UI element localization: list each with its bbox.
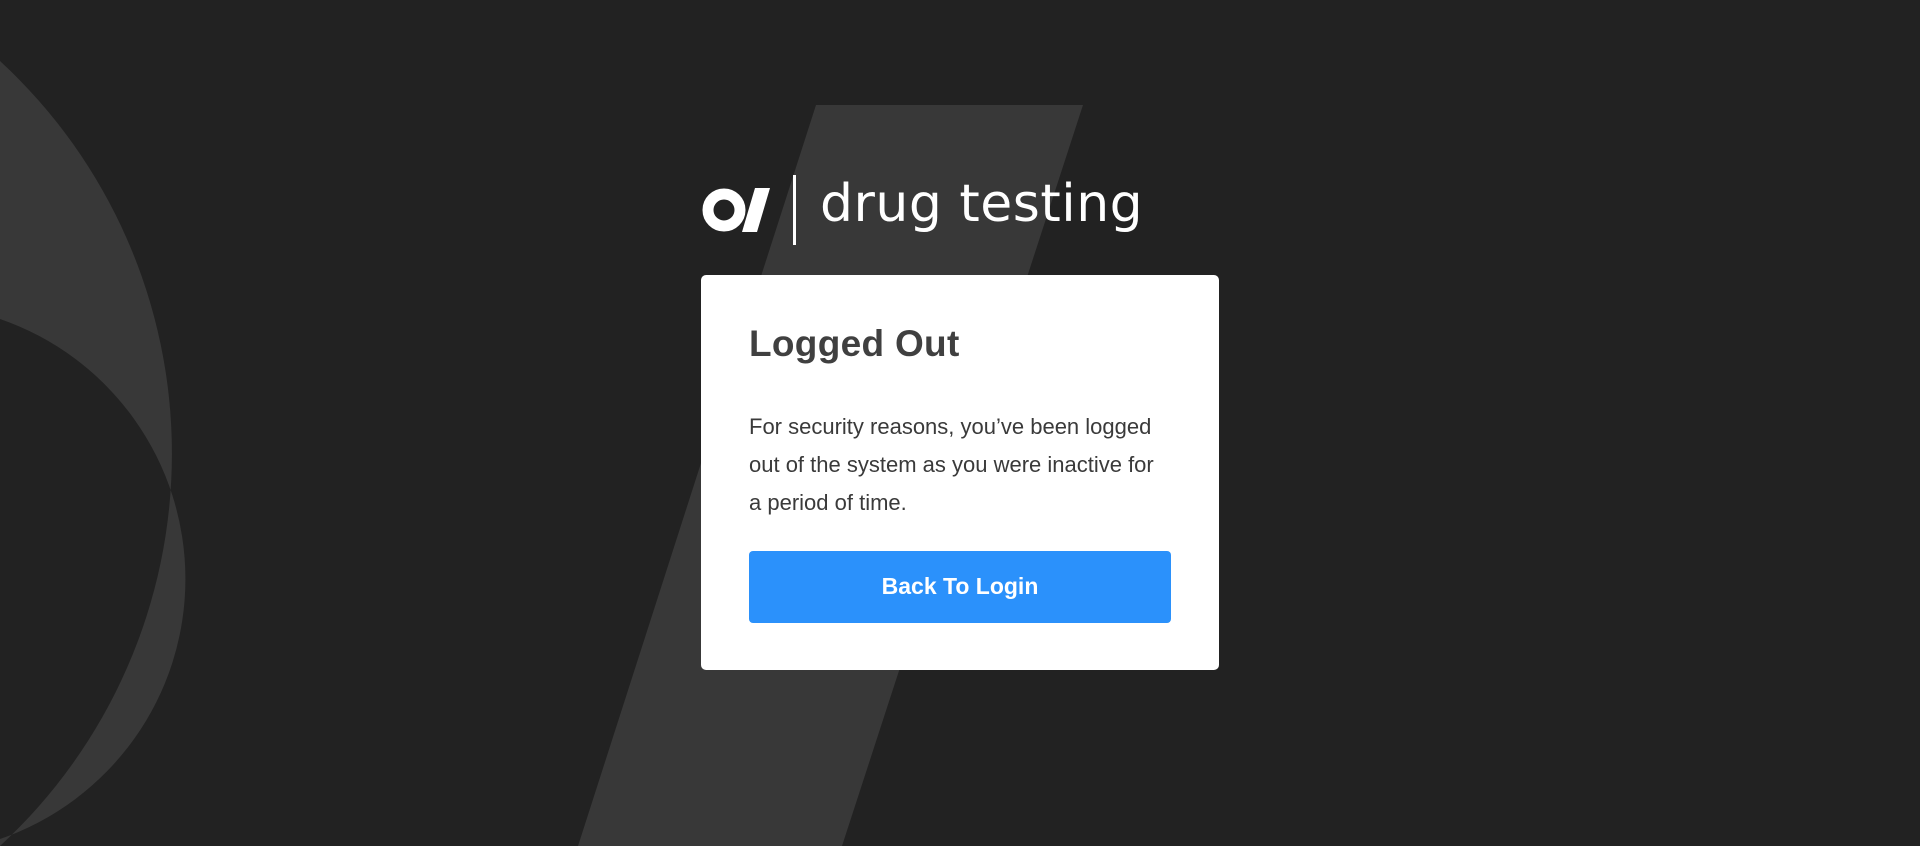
back-to-login-button[interactable]: Back To Login	[749, 550, 1171, 623]
logged-out-card: Logged Out For security reasons, you’ve …	[701, 275, 1219, 670]
product-name: drug testing	[820, 174, 1144, 234]
brand-divider	[793, 175, 796, 245]
background-o-shape	[0, 61, 186, 846]
logout-page: drug testing Logged Out For security rea…	[0, 0, 1920, 846]
card-title: Logged Out	[749, 323, 960, 364]
o-slash-logo-icon	[702, 188, 770, 232]
logout-message: For security reasons, you’ve been logged…	[749, 413, 1154, 515]
brand-header: drug testing	[702, 174, 1143, 246]
